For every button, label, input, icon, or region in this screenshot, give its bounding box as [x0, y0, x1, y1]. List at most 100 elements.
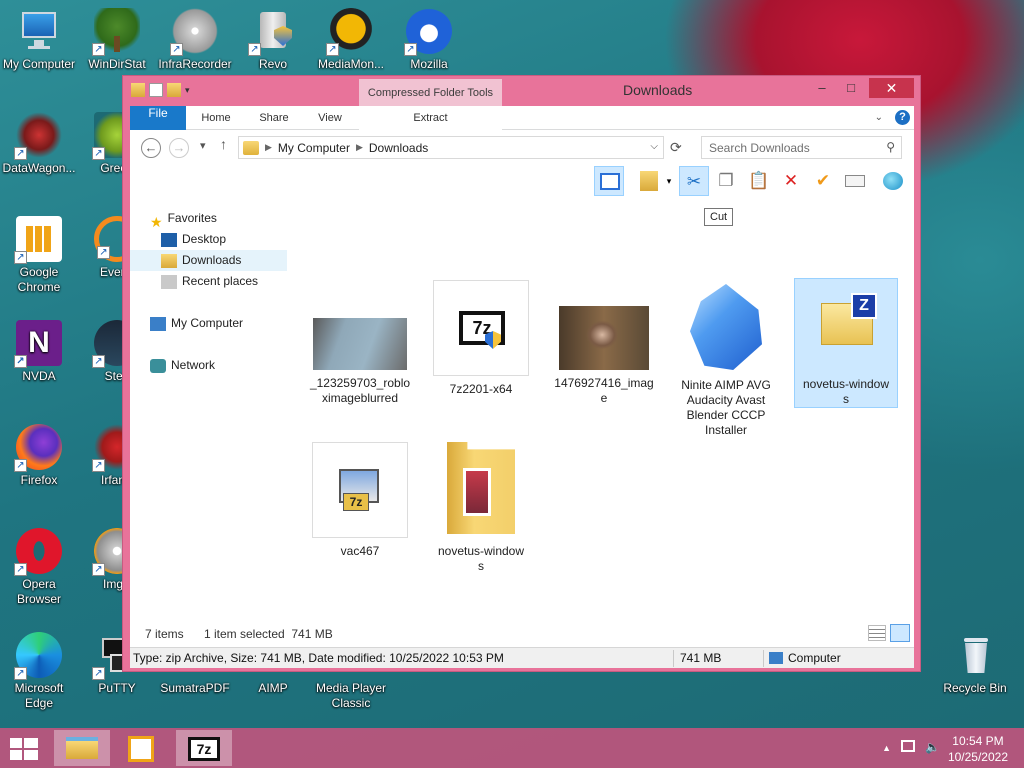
file-item[interactable]: _123259703_roblo ximageblurred — [308, 318, 412, 406]
address-bar[interactable]: ▶ My Computer ▶ Downloads ⌵ — [238, 136, 664, 159]
navigation-pane: ★ Favorites Desktop Downloads Recent plac… — [130, 198, 288, 650]
clock[interactable]: 10:54 PM 10/25/2022 — [948, 733, 1008, 765]
new-folder-icon[interactable] — [167, 83, 181, 97]
tab-view[interactable]: View — [306, 106, 354, 130]
taskbar-file-explorer[interactable] — [54, 730, 110, 766]
mediamonkey-icon: ↗ — [326, 8, 374, 56]
taskbar-launcher[interactable] — [114, 730, 170, 766]
paste-button[interactable]: 📋 — [744, 166, 774, 196]
file-size: 741 MB — [680, 651, 722, 665]
explorer-window[interactable]: ▾ Compressed Folder Tools Downloads – □ … — [122, 75, 921, 672]
app-launcher-icon: ↗ — [14, 216, 62, 264]
desktop-icon-my-computer[interactable]: My Computer — [0, 8, 78, 72]
ribbon-tabs: File Home Share View Extract ⌄ ? — [130, 106, 914, 130]
address-dropdown-icon[interactable]: ⌵ — [650, 141, 658, 152]
image-thumbnail — [559, 306, 649, 370]
close-button[interactable]: ✕ — [869, 78, 914, 98]
desktop-icon-firefox[interactable]: ↗ Firefox — [0, 424, 78, 488]
folder-icon[interactable] — [131, 83, 145, 97]
shell-icon[interactable] — [878, 166, 908, 196]
nav-my-computer[interactable]: My Computer — [130, 313, 287, 334]
large-icons-view-button[interactable] — [890, 624, 910, 642]
desktop-icon-label: MediaMon... — [317, 57, 385, 71]
tab-share[interactable]: Share — [250, 106, 298, 130]
file-item[interactable]: 7z vac467 — [308, 442, 412, 559]
forward-button[interactable]: → — [169, 138, 189, 158]
desktop-icon-edge[interactable]: ↗ Microsoft Edge — [0, 632, 78, 711]
nav-network[interactable]: Network — [130, 355, 287, 376]
file-item[interactable]: Ninite AIMP AVG Audacity Avast Blender C… — [670, 284, 782, 438]
cut-button[interactable]: ✂ — [679, 166, 709, 196]
up-button[interactable]: ↑ — [220, 136, 227, 152]
properties-button[interactable] — [634, 166, 664, 196]
vac-installer-icon: 7z — [312, 442, 408, 538]
windirstat-icon: ↗ — [92, 8, 140, 56]
system-tray: ▲ 🔈 — [882, 740, 940, 756]
tab-file[interactable]: File — [130, 106, 186, 130]
desktop-icon-mozilla[interactable]: ↗ Mozilla — [390, 8, 468, 72]
taskbar-7zip[interactable]: 7z — [176, 730, 232, 766]
desktop-icon-label: Firefox — [20, 473, 58, 487]
desktop-icon-label: NVDA — [22, 369, 56, 383]
back-button[interactable]: ← — [141, 138, 161, 158]
delete-button[interactable]: ✕ — [776, 166, 806, 196]
status-row: 7 items 1 item selected 741 MB — [130, 621, 914, 647]
desktop-icon-revo[interactable]: ↗ Revo — [234, 8, 312, 72]
start-button[interactable] — [10, 738, 38, 760]
maximize-button[interactable]: □ — [837, 78, 865, 98]
file-item[interactable]: 7z 7z2201-x64 — [429, 280, 533, 397]
desktop-icon-opera[interactable]: ↗ Opera Browser — [0, 528, 78, 607]
contextual-tab-group: Compressed Folder Tools — [359, 79, 502, 106]
rename-button[interactable]: ✔ — [808, 166, 838, 196]
opera-icon: ↗ — [14, 528, 62, 576]
shortcut-arrow-icon: ↗ — [14, 355, 27, 368]
desktop-icon-label: SumatraPDF — [160, 681, 230, 695]
dropdown-arrow-icon[interactable]: ▾ — [663, 166, 675, 196]
desktop-icon-windirstat[interactable]: ↗ WinDirStat — [78, 8, 156, 72]
desktop-icon-google-chrome[interactable]: ↗ Google Chrome — [0, 216, 78, 295]
desktop-icon-mediamonkey[interactable]: ↗ MediaMon... — [312, 8, 390, 72]
ribbon-expand-icon[interactable]: ⌄ — [875, 112, 883, 123]
nav-favorites[interactable]: ★ Favorites — [130, 208, 287, 230]
network-icon — [150, 358, 166, 373]
tray-overflow-icon[interactable]: ▲ — [882, 740, 891, 756]
recent-locations-button[interactable]: ▾ — [200, 139, 206, 152]
desktop-icon-label: WinDirStat — [88, 57, 146, 71]
shortcut-arrow-icon: ↗ — [326, 43, 339, 56]
nav-desktop[interactable]: Desktop — [130, 229, 287, 250]
nav-recent-places[interactable]: Recent places — [130, 271, 287, 292]
desktop-icon-recycle-bin[interactable]: Recycle Bin — [936, 632, 1014, 696]
copy-button[interactable]: ❐ — [711, 166, 741, 196]
shortcut-arrow-icon: ↗ — [92, 147, 105, 160]
desktop-icon-infrarecorder[interactable]: ↗ InfraRecorder — [156, 8, 234, 72]
chevron-down-icon[interactable]: ▾ — [185, 83, 199, 97]
preview-pane-button[interactable] — [594, 166, 624, 196]
divider — [763, 650, 764, 667]
nav-downloads[interactable]: Downloads — [130, 250, 287, 271]
file-item[interactable]: 1476927416_imag e — [552, 306, 656, 406]
location-label: Computer — [788, 651, 841, 665]
file-item[interactable]: novetus-window s — [429, 442, 533, 574]
help-icon[interactable]: ? — [895, 110, 910, 125]
clock-date: 10/25/2022 — [947, 750, 1008, 764]
tab-home[interactable]: Home — [192, 106, 240, 130]
volume-icon[interactable]: 🔈 — [925, 740, 940, 756]
desktop-icon-datawagon[interactable]: ↗ DataWagon... — [0, 112, 78, 176]
network-icon[interactable] — [901, 740, 916, 752]
details-view-button[interactable] — [868, 625, 886, 641]
tab-extract[interactable]: Extract — [359, 106, 502, 130]
minimize-button[interactable]: – — [808, 78, 836, 98]
select-button[interactable] — [840, 166, 870, 196]
breadcrumb-downloads[interactable]: Downloads — [369, 141, 428, 155]
selection-info: 1 item selected 741 MB — [204, 627, 333, 641]
desktop-icon-label: Revo — [258, 57, 287, 71]
breadcrumb-my-computer[interactable]: My Computer — [278, 141, 350, 155]
refresh-button[interactable]: ⟳ — [670, 139, 682, 156]
properties-icon[interactable] — [149, 83, 163, 97]
shortcut-arrow-icon: ↗ — [248, 43, 261, 56]
search-input[interactable]: Search Downloads ⚲ — [701, 136, 902, 159]
file-item-selected[interactable]: Z novetus-window s — [794, 278, 898, 408]
shortcut-arrow-icon: ↗ — [92, 459, 105, 472]
title-bar[interactable]: ▾ Compressed Folder Tools Downloads – □ … — [123, 76, 920, 106]
desktop-icon-nvda[interactable]: N ↗ NVDA — [0, 320, 78, 384]
